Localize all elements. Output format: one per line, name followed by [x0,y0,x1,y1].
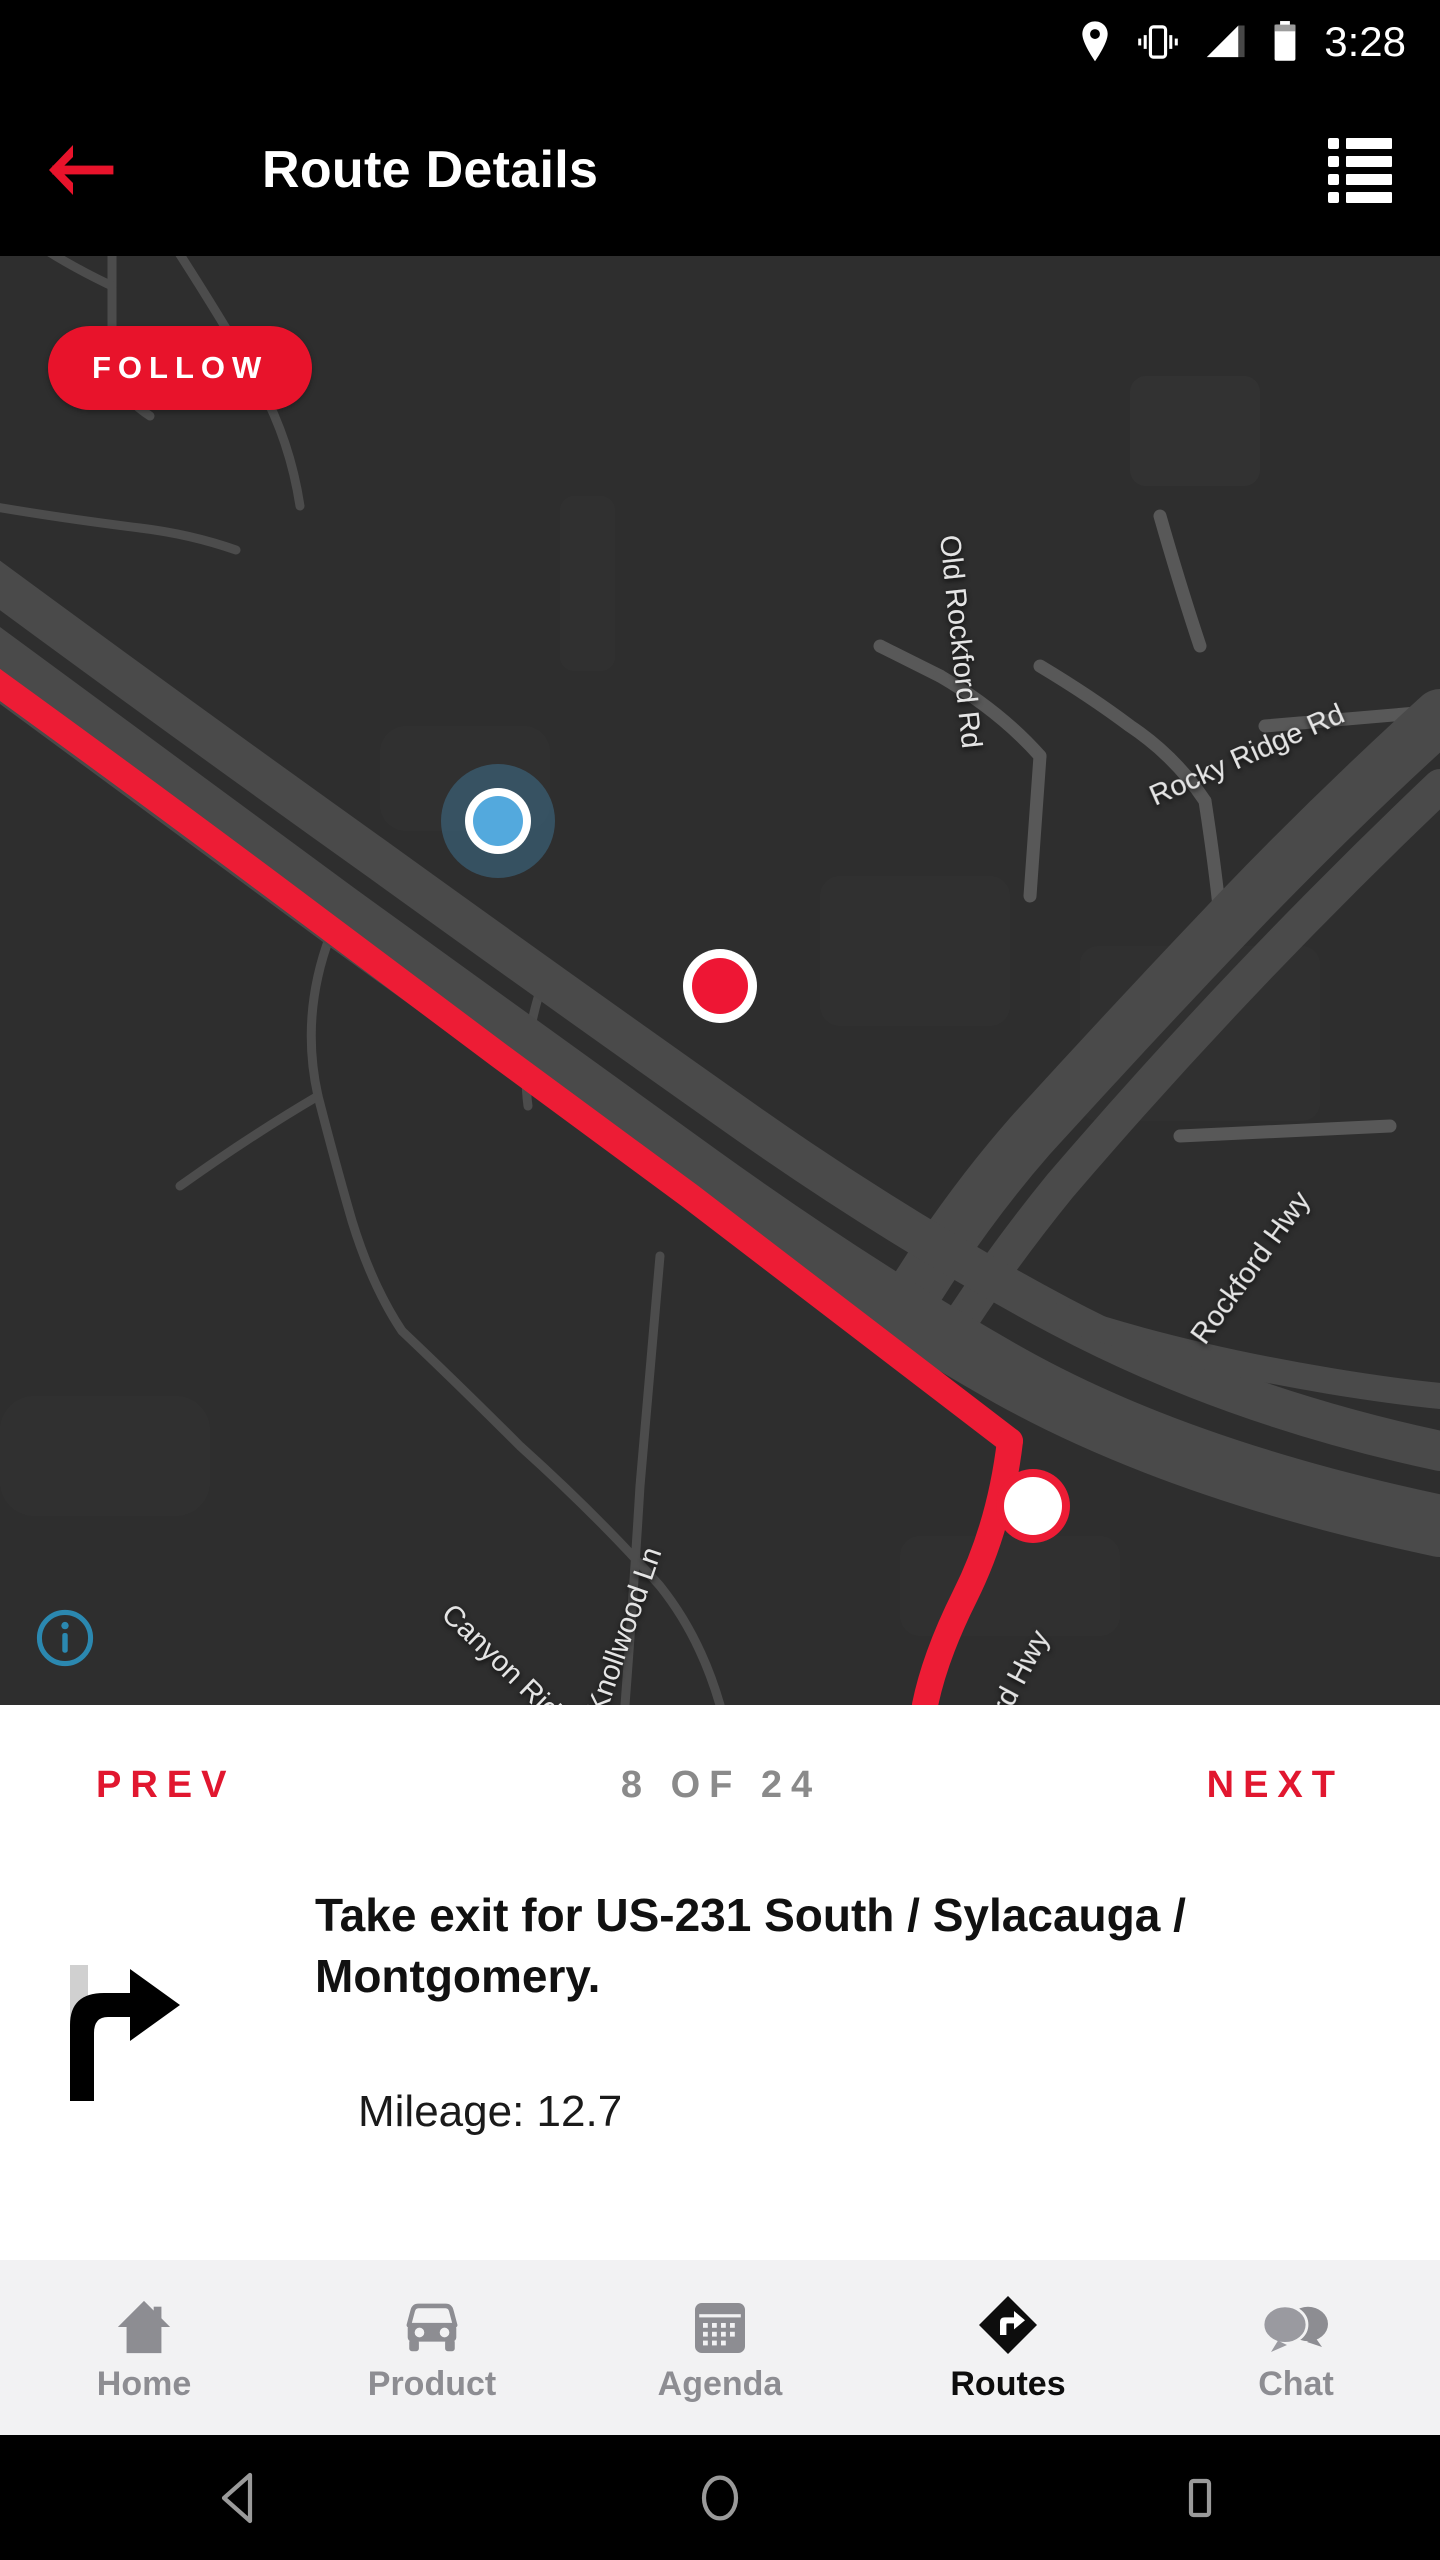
back-triangle-icon [221,2472,253,2523]
map-canvas: Old Rockford Rd Rocky Ridge Rd Rockford … [0,256,1440,1705]
next-step-button[interactable]: NEXT [1207,1764,1344,1807]
map-marker-route-waypoint[interactable] [683,949,757,1023]
tab-routes[interactable]: Routes [864,2260,1152,2435]
status-bar-clock: 3:28 [1324,18,1406,65]
step-detail-panel: PREV 8 OF 24 NEXT Take exit for US-231 S… [0,1705,1440,2260]
follow-button[interactable]: FOLLOW [48,326,313,410]
step-instruction: Take exit for US-231 South / Sylacauga /… [315,1889,1186,2002]
tab-label-home: Home [96,2364,192,2403]
map-info-button[interactable] [34,1607,96,1669]
step-counter: 8 OF 24 [620,1763,822,1806]
android-home-button[interactable] [480,2435,960,2560]
home-icon [113,2295,175,2357]
home-circle-icon [701,2475,739,2520]
back-button[interactable] [0,84,160,256]
recents-square-icon [1188,2478,1212,2517]
list-menu-button[interactable] [1312,122,1408,218]
map-label-rockford-hwy-upper: Rockford Hwy [1185,1185,1317,1350]
step-mileage: Mileage: 12.7 [358,2087,623,2136]
back-arrow-icon [49,145,114,195]
tab-agenda[interactable]: Agenda [576,2260,864,2435]
car-icon [399,2295,465,2357]
map-marker-current-location[interactable] [441,764,555,878]
tab-label-chat: Chat [1258,2364,1334,2403]
tab-product[interactable]: Product [288,2260,576,2435]
bottom-tab-bar: Home Product Agenda Routes Chat [0,2260,1440,2435]
tab-home[interactable]: Home [0,2260,288,2435]
location-pin-icon [1082,21,1108,62]
map-label-old-rockford-rd: Old Rockford Rd [933,533,987,750]
page-title: Route Details [262,141,599,199]
route-diamond-icon [976,2295,1040,2357]
map-view[interactable]: Old Rockford Rd Rocky Ridge Rd Rockford … [0,256,1440,1705]
info-icon [36,1609,94,1667]
android-back-button[interactable] [0,2435,480,2560]
phone-screen: 3:28 Route Details Old Rockford Rd Rocky… [0,0,1440,2560]
step-body: Take exit for US-231 South / Sylacauga /… [0,1865,1440,2260]
android-navigation-bar [0,2435,1440,2560]
tab-label-routes: Routes [950,2364,1066,2403]
app-bar: Route Details [0,84,1440,256]
status-bar: 3:28 [0,0,1440,84]
status-bar-icons [1078,20,1298,64]
exit-right-arrow-icon [24,1945,204,2125]
battery-icon [1274,21,1296,61]
calendar-icon [690,2295,750,2357]
signal-icon [1207,25,1245,58]
chat-bubbles-icon [1259,2295,1333,2357]
list-menu-icon [1328,137,1392,203]
map-marker-route-step[interactable] [996,1469,1070,1543]
android-recents-button[interactable] [960,2435,1440,2560]
tab-label-agenda: Agenda [657,2364,783,2403]
prev-step-button[interactable]: PREV [96,1764,235,1807]
tab-label-product: Product [367,2364,497,2403]
step-navigation: PREV 8 OF 24 NEXT [0,1705,1440,1865]
tab-chat[interactable]: Chat [1152,2260,1440,2435]
vibrate-icon [1138,25,1179,59]
